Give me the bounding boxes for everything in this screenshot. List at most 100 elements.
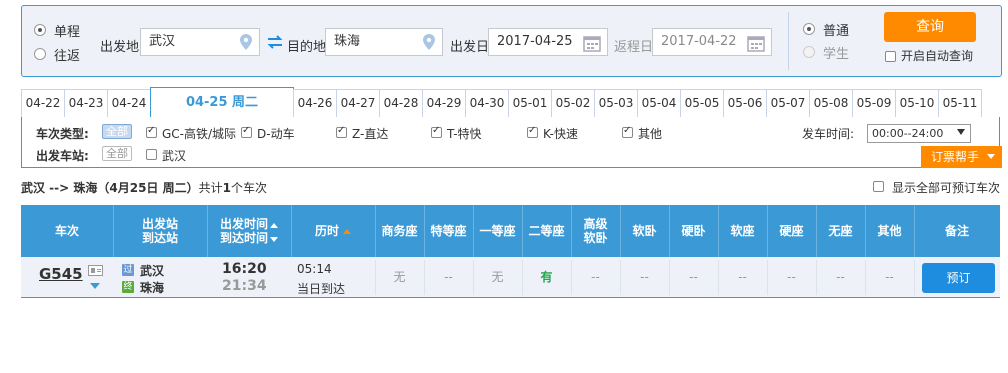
train-type-label-d: D-动车: [257, 127, 295, 141]
from-value: 武汉: [149, 34, 176, 49]
col-hard-seat: 硬座: [767, 205, 816, 257]
train-number-link[interactable]: G545: [39, 265, 83, 283]
col-no-seat: 无座: [816, 205, 865, 257]
col-business: 商务座: [375, 205, 424, 257]
train-type-checkbox-other[interactable]: [622, 125, 633, 138]
chevron-down-icon: [987, 154, 995, 159]
passenger-student-label: 学生: [823, 47, 850, 62]
date-tab[interactable]: 05-09: [852, 89, 896, 118]
col-duration[interactable]: 历时: [291, 205, 375, 257]
date-tab[interactable]: 04-25 周二: [150, 87, 294, 118]
date-tab[interactable]: 04-30: [465, 89, 509, 118]
seat-soft-sleeper: --: [620, 257, 669, 298]
date-tab[interactable]: 04-27: [336, 89, 380, 118]
pass-through-badge: 过: [122, 264, 134, 276]
station-checkbox-wuhan[interactable]: [146, 149, 157, 160]
train-type-checkbox-gc[interactable]: [146, 125, 157, 138]
train-type-checkbox-t[interactable]: [431, 125, 442, 138]
query-button[interactable]: 查询: [884, 12, 976, 42]
trip-return-label: 往返: [54, 49, 81, 64]
date-tab[interactable]: 05-03: [594, 89, 638, 118]
calendar-icon[interactable]: [747, 34, 765, 52]
col-remark: 备注: [914, 205, 1000, 257]
duration: 05:14: [297, 262, 332, 276]
sort-up-icon[interactable]: [343, 228, 351, 234]
date-tab[interactable]: 05-08: [809, 89, 853, 118]
book-button[interactable]: 预订: [922, 263, 995, 293]
depart-date-label: 出发日: [450, 40, 490, 55]
seat-business: 无: [375, 257, 424, 298]
result-summary: 武汉 --> 珠海（4月25日 周二）共计1个车次: [21, 179, 267, 196]
col-soft-sleeper: 软卧: [620, 205, 669, 257]
arrival-day: 当日到达: [297, 282, 346, 296]
seat-hard-seat: --: [767, 257, 816, 298]
date-tab[interactable]: 05-07: [766, 89, 810, 118]
train-type-all-button[interactable]: 全部: [102, 124, 132, 139]
filter-panel: 车次类型: 全部 GC-高铁/城际 D-动车 Z-直达 T-特快 K-快速 其他…: [21, 117, 1002, 168]
train-type-checkbox-z[interactable]: [336, 125, 347, 138]
col-station[interactable]: 出发站 到达站: [113, 205, 207, 257]
date-tab[interactable]: 04-24: [107, 89, 151, 118]
return-date-input[interactable]: 2017-04-22: [652, 28, 772, 56]
seat-special: --: [424, 257, 473, 298]
date-tab[interactable]: 04-28: [379, 89, 423, 118]
trip-return-radio[interactable]: [34, 48, 46, 60]
passenger-normal-radio[interactable]: [803, 23, 815, 35]
depart-time-value: 00:00--24:00: [872, 127, 944, 140]
train-type-checkbox-k[interactable]: [527, 125, 538, 138]
depart-date-input[interactable]: 2017-04-25: [488, 28, 608, 56]
col-high-soft-sleeper: 高级 软卧: [571, 205, 620, 257]
sort-up-icon[interactable]: [270, 223, 278, 228]
seat-high-soft-sleeper: --: [571, 257, 620, 298]
col-soft-seat: 软座: [718, 205, 767, 257]
calendar-icon[interactable]: [583, 34, 601, 52]
depart-time-label: 发车时间:: [802, 127, 855, 141]
id-card-icon: [88, 265, 103, 276]
depart-date-value: 2017-04-25: [497, 34, 573, 49]
to-station: 珠海: [140, 281, 165, 295]
train-type-label-other: 其他: [638, 127, 663, 141]
col-hard-sleeper: 硬卧: [669, 205, 718, 257]
from-input[interactable]: 武汉: [140, 28, 260, 56]
auto-query-checkbox[interactable]: [885, 51, 896, 62]
date-tab[interactable]: 04-29: [422, 89, 466, 118]
date-tab[interactable]: 05-01: [508, 89, 552, 118]
train-type-label-t: T-特快: [447, 127, 482, 141]
date-tab[interactable]: 05-04: [637, 89, 681, 118]
station-label-wuhan: 武汉: [162, 149, 187, 163]
table-row: G545 过 武汉 终 珠海 16:20 21:34 05:14 当日到达 无 …: [21, 257, 1000, 298]
date-tab[interactable]: 04-23: [64, 89, 108, 118]
depart-time-select[interactable]: 00:00--24:00: [867, 124, 971, 143]
date-tab[interactable]: 05-02: [551, 89, 595, 118]
date-tab[interactable]: 05-05: [680, 89, 724, 118]
show-all-checkbox[interactable]: [873, 181, 884, 192]
ticket-helper-label: 订票帮手: [931, 150, 980, 164]
show-all-label: 显示全部可预订车次: [892, 181, 1001, 195]
date-tab[interactable]: 04-26: [293, 89, 337, 118]
date-tab[interactable]: 05-06: [723, 89, 767, 118]
to-value: 珠海: [334, 34, 361, 49]
date-tab[interactable]: 05-10: [895, 89, 939, 118]
sort-down-icon[interactable]: [270, 237, 278, 242]
trip-oneway-radio[interactable]: [34, 24, 46, 36]
depart-station-title: 出发车站:: [36, 149, 89, 163]
train-type-label-gc: GC-高铁/城际: [162, 127, 237, 141]
station-all-button[interactable]: 全部: [102, 146, 132, 161]
col-time[interactable]: 出发时间 到达时间: [207, 205, 291, 257]
return-date-label: 返程日: [614, 40, 654, 55]
date-tab[interactable]: 05-11: [938, 89, 982, 118]
chevron-down-icon: [957, 129, 965, 135]
seat-second: 有: [522, 257, 571, 298]
date-tab[interactable]: 04-22: [21, 89, 65, 118]
train-type-checkbox-d[interactable]: [241, 125, 252, 138]
passenger-student-radio[interactable]: [803, 46, 815, 58]
to-input[interactable]: 珠海: [325, 28, 443, 56]
ticket-helper-button[interactable]: 订票帮手: [921, 146, 1002, 168]
train-type-label-k: K-快速: [543, 127, 578, 141]
return-date-value: 2017-04-22: [661, 34, 737, 49]
expand-stops-icon[interactable]: [90, 283, 100, 289]
trip-oneway-label: 单程: [54, 25, 81, 40]
seat-first: 无: [473, 257, 522, 298]
swap-icon[interactable]: [266, 35, 284, 49]
col-special: 特等座: [424, 205, 473, 257]
